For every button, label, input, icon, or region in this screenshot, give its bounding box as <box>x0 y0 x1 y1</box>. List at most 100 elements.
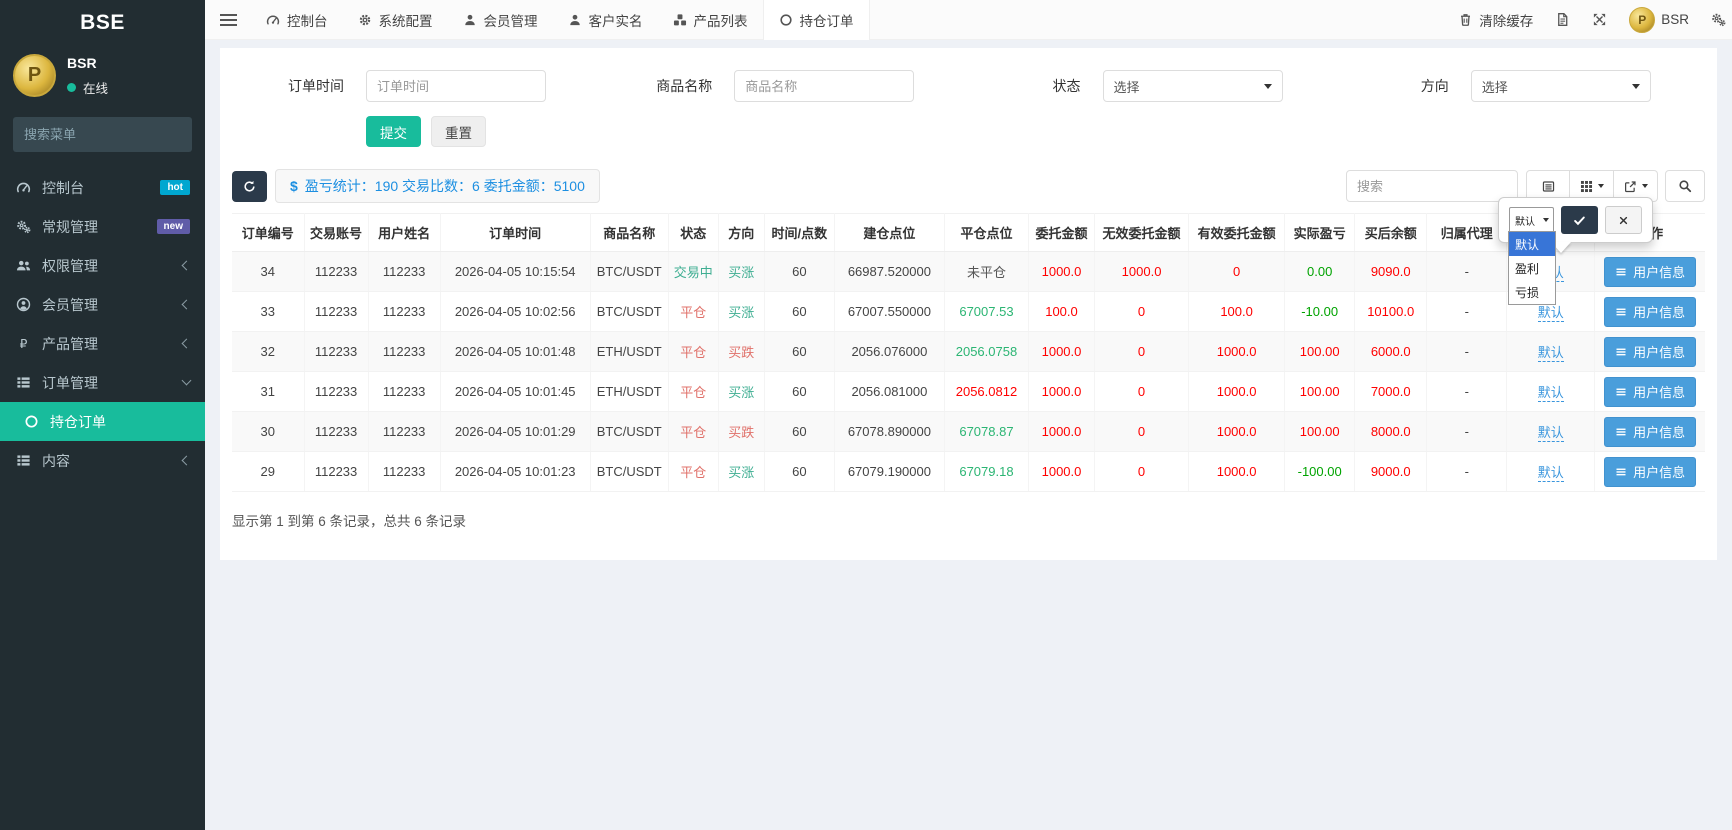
sidebar-item-order[interactable]: 订单管理 <box>0 363 205 402</box>
cell-points: 60 <box>764 332 834 372</box>
document-button[interactable] <box>1555 12 1570 27</box>
refresh-button[interactable] <box>232 171 267 202</box>
sidebar-item-position[interactable]: 持仓订单 <box>0 402 205 441</box>
cell-open: 2056.081000 <box>834 372 944 412</box>
grid-icon <box>1580 180 1593 193</box>
user-info-button[interactable]: 用户信息 <box>1604 297 1696 327</box>
cell-direction: 买涨 <box>718 372 764 412</box>
dropdown-option[interactable]: 亏损 <box>1509 280 1555 304</box>
cell-close: 67079.18 <box>944 452 1028 492</box>
status-select-value: 选择 <box>1114 77 1140 96</box>
cell-open: 67079.190000 <box>834 452 944 492</box>
user-info-label: 用户信息 <box>1633 302 1685 321</box>
cell-direction: 买跌 <box>718 412 764 452</box>
cell-balance: 7000.0 <box>1355 372 1427 412</box>
user-info-button[interactable]: 用户信息 <box>1604 417 1696 447</box>
cell-value: 0.00 <box>1307 264 1332 279</box>
assign-default-link[interactable]: 默认 <box>1538 385 1564 402</box>
cell-direction: 买涨 <box>718 252 764 292</box>
cell-direction: 买跌 <box>718 332 764 372</box>
settings-button[interactable] <box>1711 12 1726 27</box>
cell-value: 买涨 <box>728 465 754 480</box>
cell-id: 31 <box>232 372 304 412</box>
cell-account: 112233 <box>304 292 368 332</box>
table-search-input[interactable] <box>1346 170 1518 202</box>
user-info-button[interactable]: 用户信息 <box>1604 257 1696 287</box>
cell-close: 67078.87 <box>944 412 1028 452</box>
popover-select-value: 默认 <box>1515 213 1535 228</box>
direction-select[interactable]: 选择 <box>1471 70 1651 102</box>
status-select[interactable]: 选择 <box>1103 70 1283 102</box>
column-header-time: 订单时间 <box>440 214 590 252</box>
user-info-button[interactable]: 用户信息 <box>1604 377 1696 407</box>
cell-value: 100.0 <box>1220 304 1253 319</box>
cell-points: 60 <box>764 372 834 412</box>
product-name-input[interactable] <box>734 70 914 102</box>
user-info-button[interactable]: 用户信息 <box>1604 457 1696 487</box>
order-time-input[interactable] <box>366 70 546 102</box>
tab-label: 产品列表 <box>694 10 748 30</box>
tab-products[interactable]: 产品列表 <box>658 0 763 40</box>
tab-realname[interactable]: 客户实名 <box>553 0 658 40</box>
reset-button[interactable]: 重置 <box>431 116 486 147</box>
sidebar-item-product[interactable]: ₽产品管理 <box>0 324 205 363</box>
cell-value: 67078.87 <box>959 424 1013 439</box>
check-icon <box>1573 214 1586 227</box>
cell-action: 用户信息 <box>1595 292 1705 332</box>
cell-valid: 1000.0 <box>1189 372 1285 412</box>
assign-default-link[interactable]: 默认 <box>1538 345 1564 362</box>
tab-members[interactable]: 会员管理 <box>448 0 553 40</box>
clear-cache-button[interactable]: 清除缓存 <box>1458 10 1533 30</box>
status-label: 状态 <box>969 76 1081 96</box>
sidebar-item-content[interactable]: 内容 <box>0 441 205 480</box>
gear-icon <box>358 13 372 27</box>
new-badge: new <box>157 219 190 234</box>
cell-open: 66987.520000 <box>834 252 944 292</box>
tab-console[interactable]: 控制台 <box>251 0 343 40</box>
cell-value: 67007.53 <box>959 304 1013 319</box>
dropdown-option[interactable]: 盈利 <box>1509 256 1555 280</box>
cell-product: ETH/USDT <box>590 372 668 412</box>
cell-value: 买跌 <box>728 425 754 440</box>
assign-default-link[interactable]: 默认 <box>1538 465 1564 482</box>
cell-value: 0 <box>1138 344 1145 359</box>
popover-confirm-button[interactable] <box>1561 206 1598 234</box>
table-search-button[interactable] <box>1665 170 1705 202</box>
sidebar-item-general[interactable]: 常规管理new <box>0 207 205 246</box>
user-info-button[interactable]: 用户信息 <box>1604 337 1696 367</box>
topnav-user[interactable]: P BSR <box>1629 7 1689 33</box>
cell-points: 60 <box>764 452 834 492</box>
tab-label: 会员管理 <box>484 10 538 30</box>
cell-invalid: 0 <box>1095 452 1189 492</box>
assign-default-link[interactable]: 默认 <box>1538 305 1564 322</box>
assign-default-link[interactable]: 默认 <box>1538 425 1564 442</box>
cogs-icon <box>15 219 32 234</box>
cell-value: 100.0 <box>1045 304 1078 319</box>
tab-positions[interactable]: 持仓订单 <box>763 0 870 40</box>
cell-open: 67007.550000 <box>834 292 944 332</box>
submit-button[interactable]: 提交 <box>366 116 421 147</box>
cell-time: 2026-04-05 10:15:54 <box>440 252 590 292</box>
content-panel: 订单时间 商品名称 状态 选择 方向 选择 <box>220 48 1717 560</box>
sidebar-item-dashboard[interactable]: 控制台hot <box>0 168 205 207</box>
cell-close: 67007.53 <box>944 292 1028 332</box>
cell-pnl: -10.00 <box>1285 292 1355 332</box>
order-time-label: 订单时间 <box>232 76 344 96</box>
popover-cancel-button[interactable] <box>1605 206 1642 234</box>
hamburger-menu-button[interactable] <box>205 0 251 40</box>
tab-label: 控制台 <box>287 10 328 30</box>
dropdown-option[interactable]: 默认 <box>1509 232 1555 256</box>
cell-action: 用户信息 <box>1595 452 1705 492</box>
fullscreen-button[interactable] <box>1592 12 1607 27</box>
list-icon <box>1615 426 1627 438</box>
sidebar-item-member[interactable]: 会员管理 <box>0 285 205 324</box>
cell-account: 112233 <box>304 252 368 292</box>
sidebar-item-permission[interactable]: 权限管理 <box>0 246 205 285</box>
tab-label: 系统配置 <box>379 10 433 30</box>
sidebar-search-input[interactable] <box>24 127 200 142</box>
cell-value: 1000.0 <box>1217 424 1257 439</box>
tachometer-icon <box>15 180 32 195</box>
popover-select[interactable]: 默认 <box>1509 207 1554 233</box>
cell-valid: 100.0 <box>1189 292 1285 332</box>
tab-sysconfig[interactable]: 系统配置 <box>343 0 448 40</box>
